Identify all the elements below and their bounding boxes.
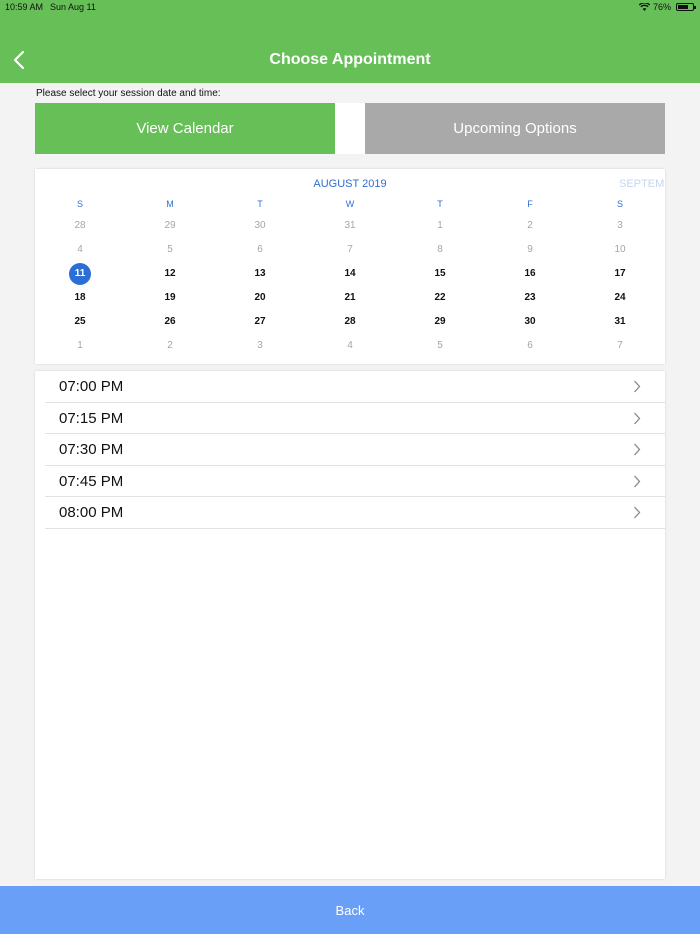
calendar-day[interactable]: 30 <box>519 311 541 333</box>
time-slot-row[interactable]: 07:30 PM <box>45 434 665 466</box>
back-button[interactable]: Back <box>0 886 700 934</box>
time-slot-label: 07:00 PM <box>59 378 124 395</box>
calendar-day: 7 <box>617 340 623 351</box>
calendar-day[interactable]: 19 <box>159 287 181 309</box>
calendar-day: 30 <box>254 220 266 231</box>
calendar-day[interactable]: 12 <box>159 263 181 285</box>
time-slot-row[interactable]: 07:15 PM <box>45 403 665 434</box>
time-slot-label: 07:45 PM <box>59 472 124 490</box>
calendar-day[interactable]: 29 <box>429 311 451 333</box>
calendar-day: 9 <box>527 244 533 255</box>
calendar-day: 1 <box>77 340 83 351</box>
time-slot-label: 08:00 PM <box>59 504 124 521</box>
calendar-day: 28 <box>74 220 86 231</box>
calendar-day: 5 <box>167 244 173 255</box>
calendar-day: 31 <box>344 220 356 231</box>
chevron-right-icon <box>634 412 641 424</box>
calendar-day: 6 <box>257 244 263 255</box>
weekday-label: S <box>616 199 623 209</box>
calendar-day[interactable]: 27 <box>249 311 271 333</box>
weekday-label: S <box>76 199 83 209</box>
battery-percent: 76% <box>652 2 671 12</box>
wifi-icon <box>638 3 650 11</box>
status-time: 10:59 AM <box>5 2 44 12</box>
calendar-day: 2 <box>527 220 533 231</box>
chevron-right-icon <box>634 443 641 456</box>
calendar-day: 8 <box>437 244 443 255</box>
weekday-header-row: SMTWTFS <box>35 199 665 211</box>
time-slot-label: 07:30 PM <box>59 441 124 458</box>
calendar-day[interactable]: 13 <box>249 263 271 285</box>
calendar-day: 4 <box>347 340 353 351</box>
calendar-day: 7 <box>347 244 353 255</box>
calendar-day: 1 <box>437 220 443 231</box>
weekday-label: T <box>257 199 263 209</box>
calendar-month-title: AUGUST 2019 <box>313 178 387 190</box>
time-slot-row[interactable]: 07:00 PM <box>45 371 665 403</box>
weekday-label: T <box>437 199 443 209</box>
calendar-day[interactable]: 24 <box>609 287 631 309</box>
tab-divider <box>335 103 365 154</box>
time-slot-label: 07:15 PM <box>59 409 124 427</box>
status-bar: 10:59 AM Sun Aug 11 76% <box>0 0 700 16</box>
calendar-day: 4 <box>77 244 83 255</box>
chevron-right-icon <box>634 506 641 519</box>
calendar-day[interactable]: 15 <box>429 263 451 285</box>
calendar-next-month-title[interactable]: SEPTEMB <box>619 178 665 190</box>
calendar-day[interactable]: 17 <box>609 263 631 285</box>
weekday-label: M <box>166 199 174 209</box>
calendar-day: 6 <box>527 340 533 351</box>
instruction-text: Please select your session date and time… <box>36 88 221 99</box>
calendar-day[interactable]: 22 <box>429 287 451 309</box>
calendar-day[interactable]: 18 <box>69 287 91 309</box>
calendar-day[interactable]: 21 <box>339 287 361 309</box>
status-date: Sun Aug 11 <box>50 2 96 12</box>
time-slot-row[interactable]: 08:00 PM <box>45 497 665 529</box>
calendar-day: 3 <box>617 220 623 231</box>
calendar-day: 5 <box>437 340 443 351</box>
chevron-right-icon <box>634 380 641 393</box>
tab-view-calendar[interactable]: View Calendar <box>35 103 335 154</box>
calendar-day: 10 <box>614 244 626 255</box>
tab-upcoming-options[interactable]: Upcoming Options <box>365 103 665 154</box>
calendar-day[interactable]: 26 <box>159 311 181 333</box>
chevron-right-icon <box>634 475 641 487</box>
calendar-day[interactable]: 31 <box>609 311 631 333</box>
time-slot-row[interactable]: 07:45 PM <box>45 466 665 497</box>
calendar-day[interactable]: 16 <box>519 263 541 285</box>
time-slot-list: 07:00 PM 07:15 PM 07:30 PM 07:45 PM 08:00 PM <box>35 371 665 879</box>
status-right: 76% <box>638 2 696 12</box>
weekday-label: W <box>345 199 355 209</box>
calendar-day: 29 <box>164 220 176 231</box>
calendar-day[interactable]: 23 <box>519 287 541 309</box>
calendar-day: 2 <box>167 340 173 351</box>
calendar-day[interactable]: 25 <box>69 311 91 333</box>
weekday-label: F <box>527 199 533 209</box>
calendar-day[interactable]: 28 <box>339 311 361 333</box>
calendar: AUGUST 2019 SEPTEMB SMTWTFS 282930311234… <box>35 169 665 364</box>
calendar-day[interactable]: 14 <box>339 263 361 285</box>
calendar-day[interactable]: 20 <box>249 287 271 309</box>
calendar-day-selected[interactable]: 11 <box>69 263 91 285</box>
battery-icon <box>676 3 696 11</box>
page-title: Choose Appointment <box>269 51 431 68</box>
calendar-day: 3 <box>257 340 263 351</box>
